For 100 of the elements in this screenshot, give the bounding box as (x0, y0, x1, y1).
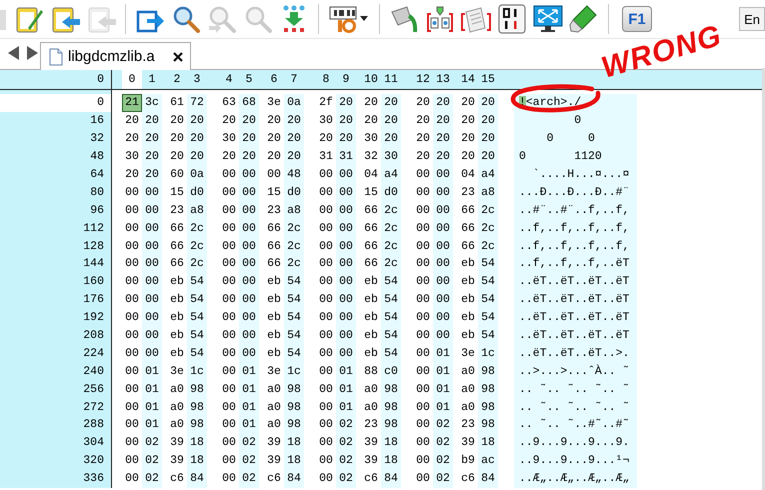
hex-byte[interactable]: 2c (187, 237, 207, 256)
hex-byte[interactable]: 01 (433, 344, 453, 362)
hex-byte[interactable]: 20 (264, 148, 284, 166)
hex-byte[interactable]: 00 (316, 272, 336, 291)
hex-byte[interactable]: 98 (478, 362, 498, 380)
hex-byte[interactable]: 00 (316, 470, 336, 488)
hex-byte[interactable]: 84 (187, 470, 207, 488)
hex-byte[interactable]: 20 (478, 130, 498, 148)
hex-byte[interactable]: 00 (264, 166, 284, 184)
ascii-text[interactable]: ..ëT..ëT..ëT..ëT (514, 308, 637, 327)
hex-byte[interactable]: 20 (187, 148, 207, 166)
hex-byte[interactable]: 04 (361, 166, 381, 184)
hex-byte[interactable]: 3e (167, 362, 187, 380)
hex-byte[interactable]: 00 (239, 201, 259, 220)
hex-byte[interactable]: 30 (316, 112, 336, 130)
hex-byte[interactable]: 00 (413, 183, 433, 202)
hex-byte[interactable]: 01 (239, 416, 259, 434)
hex-byte[interactable]: 00 (433, 290, 453, 309)
hex-byte[interactable]: 20 (284, 148, 304, 166)
hex-byte[interactable]: 00 (239, 308, 259, 327)
hex-byte[interactable]: ac (478, 452, 498, 470)
hex-byte[interactable]: eb (167, 326, 187, 344)
hex-byte[interactable]: 00 (433, 201, 453, 220)
hex-byte[interactable]: 00 (316, 219, 336, 238)
hex-byte[interactable]: 00 (122, 237, 142, 256)
hex-byte[interactable]: 00 (413, 201, 433, 220)
hex-byte[interactable]: 20 (478, 148, 498, 166)
hex-byte[interactable]: 2f (316, 94, 336, 112)
hex-byte[interactable]: 01 (433, 362, 453, 380)
hex-byte[interactable]: 01 (336, 398, 356, 416)
hex-byte[interactable]: 98 (187, 380, 207, 398)
hex-byte[interactable]: 54 (478, 326, 498, 344)
hex-byte[interactable]: 54 (478, 272, 498, 291)
hex-byte[interactable]: 20 (413, 94, 433, 112)
hex-byte[interactable]: 54 (284, 272, 304, 291)
hex-byte[interactable]: 00 (219, 272, 239, 291)
hex-byte[interactable]: 3e (264, 94, 284, 112)
hex-byte[interactable]: 66 (264, 219, 284, 238)
ascii-text[interactable]: ..ëT..ëT..ëT..ëT (514, 272, 637, 291)
hex-byte[interactable]: 30 (361, 130, 381, 148)
hex-byte[interactable]: 00 (413, 362, 433, 380)
hex-byte[interactable]: 00 (316, 308, 336, 327)
hex-byte[interactable]: eb (458, 290, 478, 309)
hex-byte[interactable]: eb (264, 308, 284, 327)
ascii-text[interactable]: ..#¨..#¨..f,..f, (514, 201, 637, 220)
hex-byte[interactable]: d0 (284, 183, 304, 202)
hex-byte[interactable]: 00 (433, 308, 453, 327)
hex-byte[interactable]: 01 (142, 380, 162, 398)
hex-byte[interactable]: 00 (142, 255, 162, 273)
hex-byte[interactable]: 00 (219, 470, 239, 488)
hex-byte[interactable]: 54 (478, 255, 498, 273)
hex-byte[interactable]: 54 (284, 326, 304, 344)
hex-byte[interactable]: 31 (336, 148, 356, 166)
hex-byte[interactable]: 30 (381, 148, 401, 166)
hex-byte[interactable]: 00 (122, 452, 142, 470)
hex-byte[interactable]: 20 (284, 112, 304, 130)
hex-byte[interactable]: a0 (264, 380, 284, 398)
hex-byte[interactable]: 00 (316, 380, 336, 398)
hex-byte[interactable]: 20 (316, 130, 336, 148)
tab-nav-arrows-icon[interactable] (6, 43, 40, 63)
hex-byte[interactable]: 00 (413, 219, 433, 238)
hex-byte[interactable]: 00 (316, 452, 336, 470)
hex-byte[interactable]: eb (458, 272, 478, 291)
hex-byte[interactable]: 00 (316, 344, 336, 362)
hex-byte[interactable]: 63 (219, 94, 239, 112)
hex-byte[interactable]: 30 (219, 130, 239, 148)
hex-byte[interactable]: 20 (284, 130, 304, 148)
hex-byte[interactable]: 54 (187, 272, 207, 291)
hex-byte[interactable]: 2c (381, 255, 401, 273)
hex-byte[interactable]: 02 (142, 470, 162, 488)
ascii-text[interactable]: .. ˜.. ˜..#˜..#˜ (514, 416, 637, 434)
hex-byte[interactable]: 20 (187, 130, 207, 148)
hex-byte[interactable]: 00 (413, 166, 433, 184)
hex-byte[interactable]: 00 (336, 326, 356, 344)
hex-byte[interactable]: 00 (142, 326, 162, 344)
hex-byte[interactable]: 00 (122, 380, 142, 398)
language-field[interactable]: En (739, 7, 765, 31)
hex-byte[interactable]: 2c (284, 255, 304, 273)
hex-byte[interactable]: 20 (381, 130, 401, 148)
ascii-text[interactable]: ..ëT..ëT..ëT..>. (514, 344, 637, 362)
hex-byte[interactable]: 00 (413, 290, 433, 309)
hex-byte[interactable]: 02 (336, 452, 356, 470)
hex-byte[interactable]: eb (264, 272, 284, 291)
hex-byte[interactable]: 00 (122, 434, 142, 452)
hex-byte[interactable]: 20 (187, 112, 207, 130)
hex-byte[interactable]: 02 (433, 470, 453, 488)
hex-byte[interactable]: 20 (413, 130, 433, 148)
hex-byte[interactable]: 98 (381, 398, 401, 416)
hex-byte[interactable]: 00 (413, 272, 433, 291)
hex-byte[interactable]: 00 (219, 380, 239, 398)
hex-byte[interactable]: 00 (433, 255, 453, 273)
hex-byte[interactable]: 1c (187, 362, 207, 380)
hex-byte[interactable]: a0 (458, 380, 478, 398)
hex-byte[interactable]: 00 (142, 183, 162, 202)
hex-byte[interactable]: 66 (458, 219, 478, 238)
marker-icon[interactable] (569, 4, 599, 34)
hex-byte[interactable]: 00 (122, 416, 142, 434)
hex-byte[interactable]: 20 (264, 130, 284, 148)
hex-byte[interactable]: 54 (381, 272, 401, 291)
hex-byte[interactable]: 18 (187, 434, 207, 452)
